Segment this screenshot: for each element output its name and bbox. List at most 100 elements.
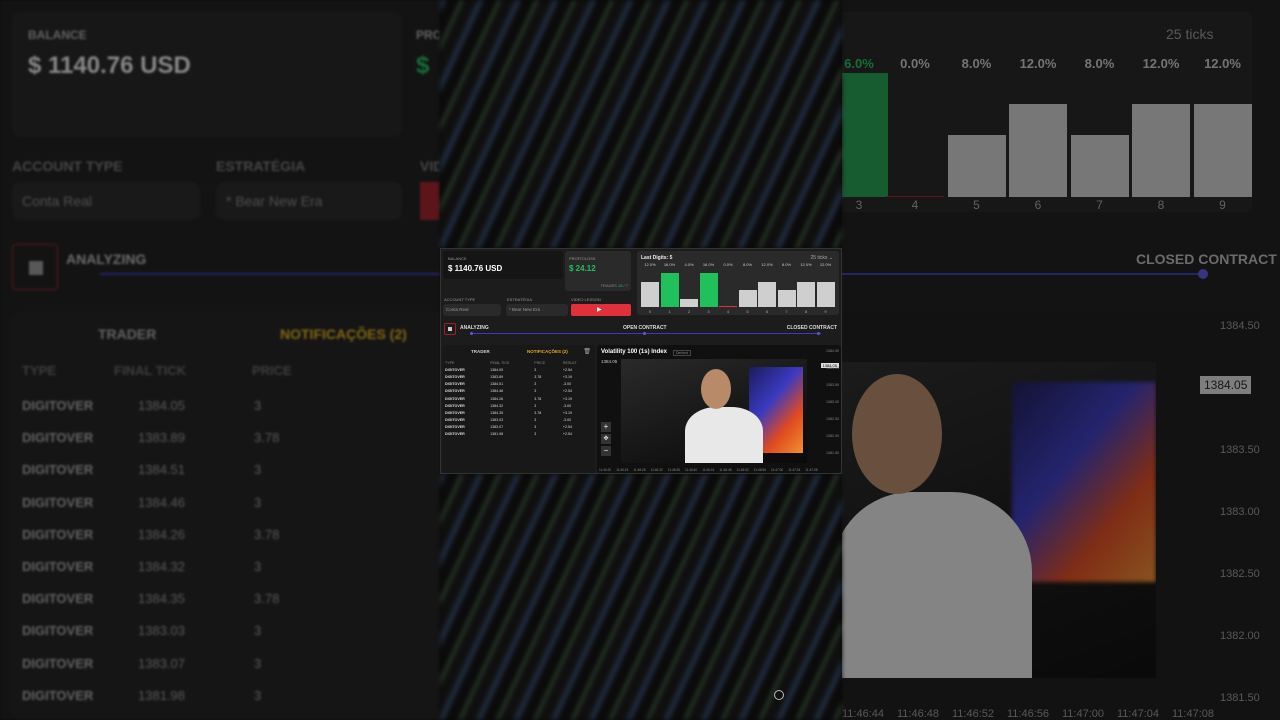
table-row: DIGITOVER 1384.46 3 +2.54 — [443, 388, 595, 395]
bg-closed-contract: CLOSED CONTRACT — [1136, 251, 1277, 267]
row-price: 3 — [534, 367, 537, 372]
digit-pct-6: 12.0% — [761, 262, 773, 267]
digit-pct-0: 12.0% — [644, 262, 656, 267]
bg-person-body — [842, 492, 1032, 678]
video-lesson-label: VIDEO LESSON — [571, 297, 601, 302]
row-final-tick: 1383.07 — [490, 425, 504, 430]
chart-title: Volatility 100 (1s) Index — [601, 349, 667, 355]
bg-digit-bar — [947, 135, 1006, 197]
row-price: 3 — [534, 432, 537, 437]
time-tick: 11:46:40 — [685, 468, 698, 472]
bg-row-type: DIGITOVER — [22, 462, 94, 478]
video-lesson-button[interactable]: ▶ — [571, 304, 631, 316]
bg-time-tick: 11:46:48 — [897, 708, 940, 720]
webcam-overlay — [621, 359, 807, 463]
price-tick: 1383.50 — [826, 383, 839, 387]
zoom-in-button[interactable]: + — [601, 422, 611, 432]
bg-digit-pct: 6.0% — [844, 56, 874, 71]
bg-row-price: 3 — [254, 559, 262, 574]
digit-pct-2: 4.0% — [684, 262, 694, 267]
bg-row-price: 3.78 — [254, 430, 280, 446]
strategy-select[interactable]: * Bear New Era — [506, 304, 568, 316]
bg-price-tick: 1382.50 — [1220, 568, 1260, 580]
time-tick: 11:47:00 — [771, 468, 784, 472]
tab-trader[interactable]: TRADER — [471, 349, 490, 354]
bg-row-price: 3 — [254, 494, 262, 510]
digit-label-2: 2 — [687, 309, 691, 314]
time-tick: 11:46:48 — [719, 468, 732, 472]
account-type-select[interactable]: Conta Real — [443, 304, 501, 316]
price-tick: 1384.05 — [826, 366, 839, 370]
bg-digit-label: 8 — [1157, 198, 1165, 212]
table-row: DIGITOVER 1383.07 3 +2.54 — [443, 424, 595, 431]
bg-digit-pct: 8.0% — [1084, 56, 1115, 71]
stop-icon — [448, 327, 452, 331]
time-tick: 11:46:32 — [650, 468, 663, 472]
table-row: DIGITOVER 1384.26 3.78 +3.19 — [443, 395, 595, 402]
video-frame: BALANCE $ 1140.76 USD PRO $ ACCOUNT TYPE… — [0, 0, 1280, 720]
digit-bar-6 — [758, 281, 776, 307]
bg-time-tick: 11:47:04 — [1117, 708, 1160, 720]
digit-label-1: 1 — [668, 309, 671, 314]
bg-row-price: 3 — [254, 462, 262, 478]
bg-row-price: 3 — [254, 398, 262, 413]
bg-row-price: 3 — [254, 655, 262, 671]
bg-row-type: DIGITOVER — [22, 655, 94, 671]
bg-row-type: DIGITOVER — [22, 430, 94, 446]
row-type: DIGITOVER — [445, 403, 465, 408]
price-chart-panel: Volatility 100 (1s) Index Derived 1384.0… — [597, 345, 841, 473]
bg-time-tick: 11:47:00 — [1062, 708, 1105, 720]
row-result: +3.19 — [562, 410, 572, 415]
table-row: DIGITOVER 1384.05 3 +2.54 — [443, 366, 595, 373]
bg-row-final-tick: 1384.26 — [138, 526, 185, 542]
bg-row-final-tick: 1384.51 — [138, 462, 185, 478]
digit-bar-8 — [797, 281, 815, 307]
crosshair-button[interactable]: ✥ — [601, 434, 611, 444]
time-tick: 11:46:52 — [736, 468, 749, 472]
trash-icon[interactable]: 🗑 — [583, 348, 591, 355]
row-price: 3.78 — [534, 396, 542, 401]
row-result: -3.00 — [562, 418, 572, 423]
row-result: +2.54 — [562, 432, 572, 437]
bg-row-type: DIGITOVER — [22, 623, 94, 639]
bg-row-final-tick: 1383.03 — [138, 623, 185, 639]
bg-digit-bar — [1009, 104, 1067, 197]
blurred-right-panel: 25 ticks 6.0% 3 0.0% 4 8.0% 5 12.0% 6 8.0% 7 12.0%… — [842, 0, 1280, 720]
bg-progress-dot — [1198, 269, 1208, 279]
bg-digit-label: 7 — [1096, 198, 1103, 212]
bg-ticks-select: 25 ticks — [1166, 26, 1214, 42]
tab-notifications[interactable]: NOTIFICAÇÕES (2) — [527, 349, 568, 354]
profit-label: PROFIT/LOSS — [569, 256, 596, 261]
table-row: DIGITOVER 1383.03 3 -3.00 — [443, 417, 595, 424]
bg-digit-label: 5 — [973, 198, 980, 212]
bg-row-price: 3 — [254, 687, 262, 703]
bg-flame-poster — [1012, 382, 1156, 582]
row-result: +2.54 — [562, 425, 572, 430]
bg-price-tick: 1384.50 — [1220, 320, 1260, 332]
bg-price-tick: 1381.50 — [1220, 692, 1260, 704]
bg-digit-pct: 8.0% — [961, 56, 992, 71]
channel-logo — [774, 690, 784, 700]
col-final-tick: FINAL TICK — [490, 360, 510, 365]
bg-trader-tab: TRADER — [98, 326, 157, 342]
bg-strategy-field: * Bear New Era — [216, 182, 402, 220]
row-result: +3.19 — [562, 374, 572, 379]
stop-button[interactable] — [444, 323, 456, 335]
analyzing-label: ANALYZING — [460, 325, 489, 331]
digit-label-9: 9 — [824, 309, 827, 314]
chart-current-price: 1384.05 — [601, 359, 618, 364]
bg-row-final-tick: 1381.98 — [138, 687, 185, 703]
zoom-out-button[interactable]: − — [601, 446, 611, 456]
time-tick: 11:46:28 — [633, 468, 646, 472]
trade-table: TYPE FINAL TICK PRICE RESULT DIGITOVER 13… — [443, 359, 595, 438]
row-type: DIGITOVER — [445, 382, 465, 387]
row-final-tick: 1383.89 — [490, 374, 504, 379]
row-type: DIGITOVER — [445, 389, 465, 394]
table-row: DIGITOVER 1384.32 3 -3.00 — [443, 402, 595, 409]
row-type: DIGITOVER — [445, 425, 465, 430]
digit-label-8: 8 — [804, 309, 808, 314]
digit-pct-3: 16.0% — [702, 262, 715, 267]
bg-digit-bar — [1193, 104, 1252, 197]
bg-digit-bar — [1132, 104, 1190, 197]
trades-label: TRADES — [600, 283, 617, 288]
